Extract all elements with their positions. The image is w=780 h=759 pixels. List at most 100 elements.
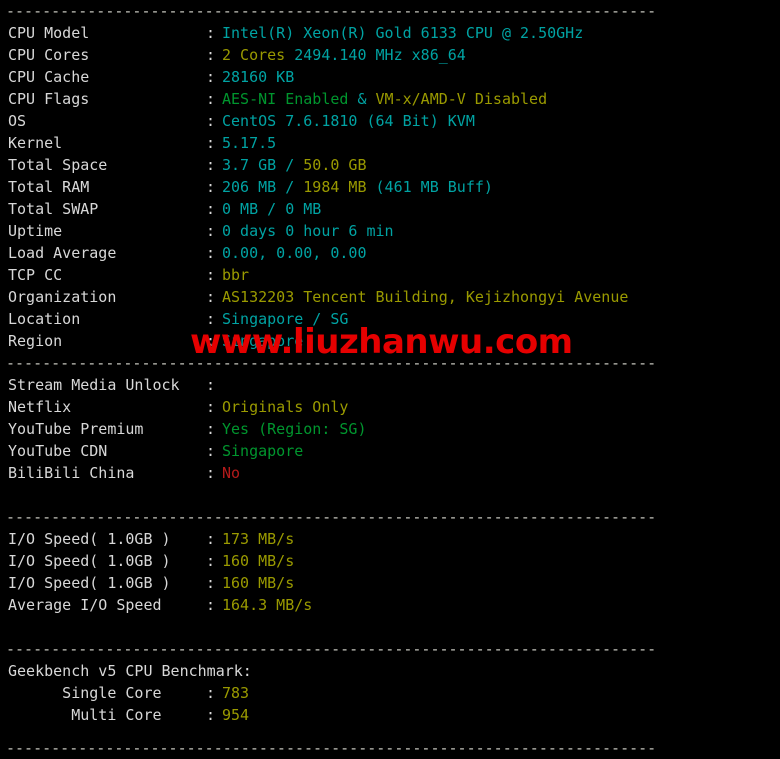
label-cpu-cores: CPU Cores [8,46,90,64]
label-tcp-cc: TCP CC [8,266,63,284]
label-cpu-model: CPU Model [8,24,90,42]
value-cpu-model: Intel(R) Xeon(R) Gold 6133 CPU @ 2.50GHz [222,24,584,42]
value-geekbench-single-core: 783 [222,684,250,702]
label-youtube-premium: YouTube Premium [8,420,144,438]
terminal-output: ----------------------------------------… [0,0,780,757]
value-cpu-cache: 28160 KB [222,68,295,86]
label-io-speed-2: I/O Speed( 1.0GB ) [8,552,171,570]
value-total-ram-buff: (461 MB Buff) [366,178,493,196]
row-load-average: Load Average:0.00, 0.00, 0.00 [0,242,780,264]
value-youtube-cdn: Singapore [222,442,304,460]
value-load-average: 0.00, 0.00, 0.00 [222,244,367,262]
label-io-speed-3: I/O Speed( 1.0GB ) [8,574,171,592]
value-organization: AS132203 Tencent Building, Kejizhongyi A… [222,288,629,306]
value-kernel: 5.17.5 [222,134,277,152]
value-io-speed-average: 164.3 MB/s [222,596,313,614]
value-total-swap-sep: / [258,200,286,218]
row-uptime: Uptime:0 days 0 hour 6 min [0,220,780,242]
label-kernel: Kernel [8,134,63,152]
row-total-space: Total Space:3.7 GB / 50.0 GB [0,154,780,176]
value-geekbench-multi-core: 954 [222,706,250,724]
colon-stream-media: : [206,376,216,394]
row-netflix: Netflix: Originals Only [0,396,780,418]
row-youtube-cdn: YouTube CDN: Singapore [0,440,780,462]
label-organization: Organization [8,288,117,306]
row-io-speed-1: I/O Speed( 1.0GB ):173 MB/s [0,528,780,550]
colon-total-ram: : [206,178,216,196]
colon-io-speed-1: : [206,530,216,548]
label-io-speed-average: Average I/O Speed [8,596,162,614]
value-total-space-sep: / [276,156,304,174]
label-geekbench-title: Geekbench v5 CPU Benchmark: [8,662,252,680]
row-bilibili-china: BiliBili China: No [0,462,780,484]
colon-total-swap: : [206,200,216,218]
row-geekbench-multi-core: Multi Core:954 [0,704,780,726]
value-cpu-flags-sep: & [348,90,376,108]
row-tcp-cc: TCP CC: bbr [0,264,780,286]
value-io-speed-2: 160 MB/s [222,552,295,570]
row-cpu-model: CPU Model: Intel(R) Xeon(R) Gold 6133 CPU… [0,22,780,44]
label-cpu-cache: CPU Cache [8,68,90,86]
row-os: OS: CentOS 7.6.1810 (64 Bit) KVM [0,110,780,132]
colon-load-average: : [206,244,216,262]
row-region: Region: Singapore [0,330,780,352]
row-io-speed-2: I/O Speed( 1.0GB ):160 MB/s [0,550,780,572]
row-cpu-cache: CPU Cache:28160 KB [0,66,780,88]
label-stream-media-unlock: Stream Media Unlock [8,376,180,394]
value-uptime: 0 days 0 hour 6 min [222,222,394,240]
colon-youtube-cdn: : [206,442,216,460]
value-io-speed-3: 160 MB/s [222,574,295,592]
row-geekbench-title: Geekbench v5 CPU Benchmark: [0,660,780,682]
label-netflix: Netflix [8,398,72,416]
colon-location: : [206,310,216,328]
value-tcp-cc: bbr [222,266,250,284]
row-organization: Organization: AS132203 Tencent Building, … [0,286,780,308]
separator-after-stream-media: ----------------------------------------… [6,508,657,526]
label-load-average: Load Average [8,244,117,262]
colon-uptime: : [206,222,216,240]
value-total-swap-used: 0 MB [222,200,259,218]
separator-top: ----------------------------------------… [6,2,657,20]
value-region: Singapore [222,332,304,350]
colon-total-space: : [206,156,216,174]
value-os: CentOS 7.6.1810 (64 Bit) KVM [222,112,475,130]
label-bilibili-china: BiliBili China [8,464,135,482]
value-netflix: Originals Only [222,398,349,416]
value-youtube-premium: Yes (Region: SG) [222,420,367,438]
label-uptime: Uptime [8,222,63,240]
value-total-ram-used: 206 MB [222,178,277,196]
value-total-space-used: 3.7 GB [222,156,277,174]
row-io-speed-3: I/O Speed( 1.0GB ):160 MB/s [0,572,780,594]
spacer-after-stream-media [0,484,780,506]
row-youtube-premium: YouTube Premium: Yes (Region: SG) [0,418,780,440]
label-total-swap: Total SWAP [8,200,99,218]
value-total-ram-sep: / [276,178,304,196]
colon-cpu-cores: : [206,46,216,64]
colon-io-speed-2: : [206,552,216,570]
value-total-ram-total: 1984 MB [303,178,367,196]
row-total-ram: Total RAM:206 MB / 1984 MB (461 MB Buff) [0,176,780,198]
value-cpu-cores-detail: 2494.140 MHz x86_64 [285,46,466,64]
label-total-space: Total Space [8,156,108,174]
colon-cpu-flags: : [206,90,216,108]
colon-netflix: : [206,398,216,416]
separator-bottom: ----------------------------------------… [6,739,657,757]
row-location: Location: Singapore / SG [0,308,780,330]
value-cpu-cores-count: 2 Cores [222,46,286,64]
colon-geekbench-multi-core: : [206,706,216,724]
value-cpu-flags-aes: AES-NI Enabled [222,90,349,108]
colon-region: : [206,332,216,350]
label-geekbench-single-core: Single Core [8,684,162,702]
label-region: Region [8,332,63,350]
colon-io-speed-average: : [206,596,216,614]
colon-cpu-cache: : [206,68,216,86]
row-io-speed-average: Average I/O Speed:164.3 MB/s [0,594,780,616]
colon-io-speed-3: : [206,574,216,592]
colon-kernel: : [206,134,216,152]
row-kernel: Kernel:5.17.5 [0,132,780,154]
value-bilibili-china: No [222,464,241,482]
value-location: Singapore / SG [222,310,349,328]
label-geekbench-multi-core: Multi Core [8,706,162,724]
spacer-before-bottom-separator [0,726,780,737]
label-location: Location [8,310,81,328]
